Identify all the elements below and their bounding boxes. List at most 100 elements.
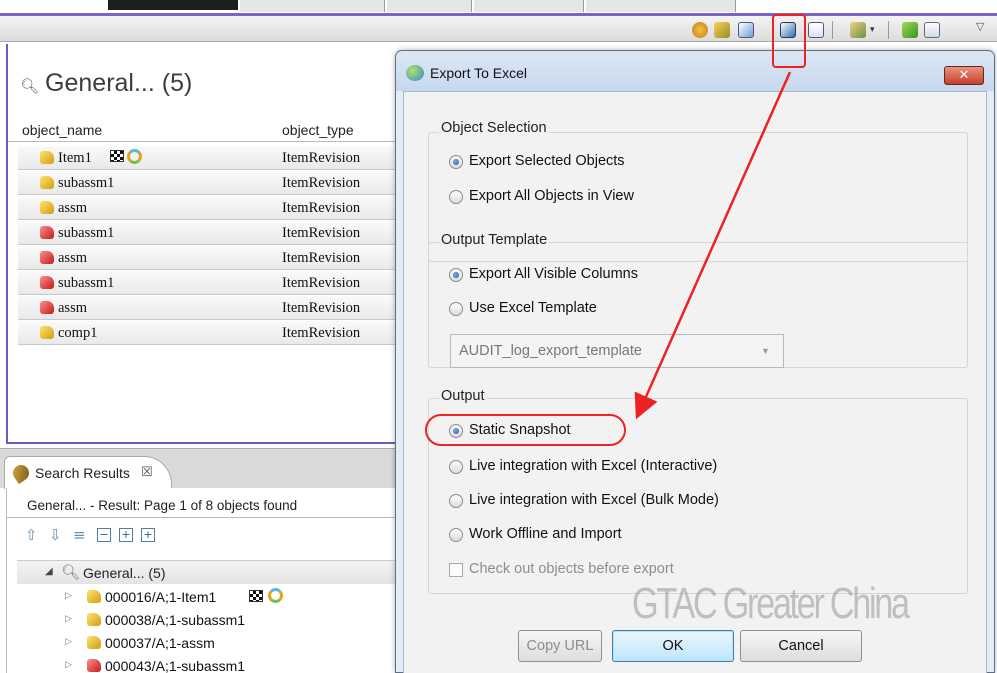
annotation-static-snapshot-highlight [425,414,626,446]
check-icon[interactable] [902,22,918,38]
checkbox-label: Check out objects before export [469,561,674,577]
table-row[interactable]: comp1 ItemRevision [18,321,400,345]
plus-box-icon[interactable]: + [119,528,133,542]
template-dropdown[interactable]: AUDIT_log_export_template ▼ [450,334,784,368]
active-tab-indicator [108,0,238,10]
radio-button[interactable] [449,302,463,316]
table-row[interactable]: assm ItemRevision [18,296,400,320]
expand-all-icon[interactable]: + [141,528,155,542]
item-revision-yellow-icon [87,636,101,649]
radio-button[interactable] [449,190,463,204]
radio-work-offline-import[interactable]: Work Offline and Import [449,525,879,547]
item-revision-yellow-icon [40,151,54,164]
item-revision-red-icon [40,226,54,239]
object-type-cell: ItemRevision [282,300,361,316]
radio-label: Use Excel Template [469,300,597,316]
window-tab[interactable] [387,0,472,12]
column-header-object-name[interactable]: object_name [22,122,102,138]
arrow-down-icon[interactable]: ⇩ [49,528,63,543]
table-row[interactable]: assm ItemRevision [18,196,400,220]
table-row[interactable]: subassm1 ItemRevision [18,271,400,295]
tree-item[interactable]: ▷ 000043/A;1-subassm1 [65,655,395,673]
chevron-down-icon[interactable]: ▼ [761,346,770,356]
expand-triangle-icon[interactable]: ◢ [45,566,53,577]
window-tab[interactable] [586,0,736,12]
item-revision-yellow-icon [87,613,101,626]
search-icon: 🔍︎ [20,78,40,95]
radio-live-integration-bulk[interactable]: Live integration with Excel (Bulk Mode) [449,491,879,513]
tree-item-label: 000016/A;1-Item1 [105,589,217,605]
tree-item[interactable]: ▷ 000038/A;1-subassm1 [65,609,395,631]
object-type-cell: ItemRevision [282,175,361,191]
radio-use-excel-template[interactable]: Use Excel Template [449,299,879,321]
column-header-object-type[interactable]: object_type [282,122,354,138]
tree-root-node[interactable]: ◢ 🔍︎ General... (5) [17,560,398,584]
item-revision-red-icon [40,301,54,314]
item-revision-red-icon [87,659,101,672]
csv-export-icon[interactable] [808,22,824,38]
object-name-cell: assm [58,300,87,316]
arrow-up-icon[interactable]: ⇧ [25,528,39,543]
object-name-cell: assm [58,250,87,266]
object-name-cell: Item1 [58,150,92,166]
object-type-cell: ItemRevision [282,275,361,291]
view-menu-chevron-icon[interactable]: ▽ [976,21,992,38]
copy-url-button[interactable]: Copy URL [518,630,602,662]
chevron-down-icon[interactable]: ▾ [870,22,878,38]
object-name-cell: subassm1 [58,275,115,291]
radio-export-all-objects[interactable]: Export All Objects in View [449,187,879,209]
expand-triangle-icon[interactable]: ▷ [65,591,72,601]
refresh-icon[interactable] [692,22,708,38]
item-revision-yellow-icon [40,176,54,189]
export-icon[interactable] [738,22,754,38]
search-results-tabbar: Search Results ☒ [0,448,397,489]
collapse-all-icon[interactable]: ≡ [73,528,87,543]
tree-item-label: 000038/A;1-subassm1 [105,612,246,628]
close-icon[interactable]: ☒ [141,465,153,480]
radio-export-all-visible-columns[interactable]: Export All Visible Columns [449,265,879,287]
expand-triangle-icon[interactable]: ▷ [65,614,72,624]
tree-item-label: 000043/A;1-subassm1 [105,658,246,673]
table-row[interactable]: subassm1 ItemRevision [18,221,400,245]
search-results-icon [9,461,33,485]
close-button[interactable]: ✕ [944,66,984,85]
filter-icon[interactable] [714,22,730,38]
tree-item[interactable]: ▷ 000037/A;1-assm [65,632,395,654]
radio-button[interactable] [449,268,463,282]
status-ring-icon [268,588,283,603]
ok-button[interactable]: OK [612,630,734,662]
checkbox[interactable] [449,563,463,577]
table-row[interactable]: assm ItemRevision [18,246,400,270]
table-row[interactable]: subassm1 ItemRevision [18,171,400,195]
radio-export-selected-objects[interactable]: Export Selected Objects [449,152,879,174]
radio-label: Export Selected Objects [469,153,625,169]
results-status-bar: General... - Result: Page 1 of 8 objects… [7,488,398,518]
minus-box-icon[interactable]: − [97,528,111,542]
radio-label: Live integration with Excel (Interactive… [469,458,718,474]
window-tab[interactable] [240,0,385,12]
window-tab[interactable] [474,0,584,12]
object-name-cell: comp1 [58,325,98,341]
radio-live-integration-interactive[interactable]: Live integration with Excel (Interactive… [449,457,879,479]
cancel-button[interactable]: Cancel [740,630,862,662]
expand-triangle-icon[interactable]: ▷ [65,660,72,670]
watermark-text: GTAC Greater China [632,579,910,628]
radio-button[interactable] [449,460,463,474]
output-template-title: Output Template [439,232,550,248]
view-menu-icon[interactable] [850,22,866,38]
radio-button[interactable] [449,528,463,542]
object-type-cell: ItemRevision [282,250,361,266]
search-view-panel: 🔍︎ General... (5) object_name object_type… [6,44,400,444]
radio-button[interactable] [449,155,463,169]
table-row[interactable]: Item1 ItemRevision [18,146,400,170]
radio-button[interactable] [449,494,463,508]
window-icon[interactable] [924,22,940,38]
expand-triangle-icon[interactable]: ▷ [65,637,72,647]
annotation-toolbar-highlight [772,14,806,68]
view-toolbar: ▾ ▽ [0,16,997,42]
results-status-text: General... - Result: Page 1 of 8 objects… [27,498,298,513]
tab-search-results[interactable]: Search Results ☒ [4,456,172,489]
item-revision-red-icon [40,276,54,289]
output-title: Output [439,388,487,404]
tree-item[interactable]: ▷ 000016/A;1-Item1 [65,586,395,608]
